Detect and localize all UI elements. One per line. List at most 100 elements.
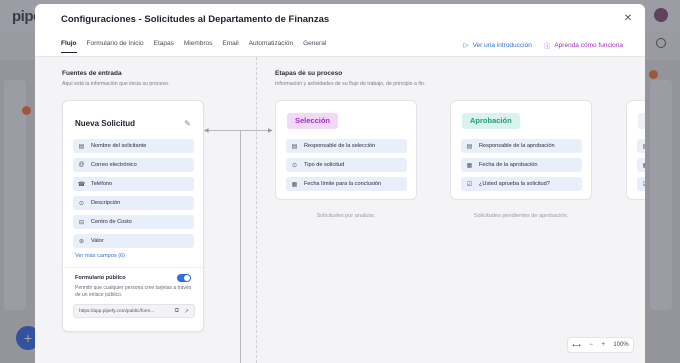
form-divider <box>63 267 205 268</box>
phase-field[interactable]: ▤ Responsable de la selección <box>286 139 407 153</box>
form-field[interactable]: ▤ Nombre del solicitante <box>73 139 194 153</box>
close-icon[interactable]: ✕ <box>623 14 633 24</box>
learn-link-label: Aprenda cómo funciona <box>554 41 623 49</box>
phase-card-next[interactable]: ▤ ▦ ☑ <box>626 100 645 200</box>
phase-field[interactable]: ☑ ¿Usted aprueba la solicitud? <box>461 177 582 191</box>
field-label: Fecha de la aprobación <box>479 162 538 168</box>
field-label: Valor <box>91 238 104 244</box>
phase-field[interactable]: ☑ <box>637 177 645 191</box>
url-actions: ⧉ ↗ <box>175 308 189 315</box>
connector-vertical-line <box>240 130 241 363</box>
connector-line <box>207 130 271 131</box>
field-label: Fecha límite para la conclusión <box>304 181 382 187</box>
phase-field-list: ▤ Responsable de la aprobación ▦ Fecha de … <box>461 139 582 196</box>
help-links: ▷ Ver una introducción ⓘ Aprenda cómo fu… <box>464 40 623 51</box>
field-label: Centro de Costo <box>91 219 132 225</box>
play-icon: ▷ <box>463 42 469 49</box>
phase-name: Selección <box>287 113 339 129</box>
phase-field-list: ▤ Responsable de la selección ⊙ Tipo de so… <box>286 139 407 196</box>
start-form-card[interactable]: Nueva Solicitud ✎ ▤ Nombre del solicitant… <box>62 100 205 332</box>
tab-general[interactable]: General <box>303 40 326 53</box>
copy-icon[interactable]: ⧉ <box>175 308 179 315</box>
public-form-url-text: https://app.pipefy.com/public/form... <box>79 308 155 314</box>
field-label: Tipo de solicitud <box>304 162 345 168</box>
checkbox-icon: ☑ <box>642 181 645 188</box>
more-fields-link[interactable]: Ver más campos (6) <box>75 253 125 259</box>
tab-formulario-inicio[interactable]: Formulario de Inicio <box>87 40 144 53</box>
settings-modal: Configuraciones - Solicitudes al Departa… <box>35 4 645 363</box>
external-link-icon[interactable]: ↗ <box>184 308 189 315</box>
zoom-out-button[interactable]: − <box>589 342 593 348</box>
public-form-url[interactable]: https://app.pipefy.com/public/form... ⧉ … <box>73 304 195 318</box>
question-icon: ⓘ <box>543 43 551 50</box>
form-card-title: Nueva Solicitud <box>75 119 136 128</box>
assignee-icon: ▤ <box>466 143 473 150</box>
field-label: Responsable de la aprobación <box>479 143 555 149</box>
modal-title: Configuraciones - Solicitudes al Departa… <box>61 14 330 25</box>
tab-miembros[interactable]: Miembros <box>184 40 213 53</box>
radio-icon: ⊙ <box>291 162 298 169</box>
zoom-in-button[interactable]: + <box>601 342 605 348</box>
field-label: Responsable de la selección <box>304 143 376 149</box>
form-field[interactable]: ⊙ Descripción <box>73 196 194 210</box>
select-icon: ⊟ <box>78 219 85 226</box>
at-icon: @ <box>78 162 85 168</box>
form-field-list: ▤ Nombre del solicitante @ Correo electrón… <box>73 139 194 253</box>
field-label: ¿Usted aprueba la solicitud? <box>479 181 550 187</box>
zoom-level: 100% <box>613 342 629 348</box>
phase-field[interactable]: ▦ <box>637 158 645 172</box>
phase-field[interactable]: ▤ <box>637 139 645 153</box>
phase-caption: Solicitudes pendientes de aprobación. <box>473 213 569 219</box>
calendar-icon: ▦ <box>642 162 645 169</box>
intro-link-label: Ver una introducción <box>472 41 532 49</box>
zoom-controls: ⟷ − + 100% <box>567 337 634 353</box>
input-sources-pane: Fuentes de entrada Aquí está la informac… <box>35 57 257 363</box>
field-label: Correo electrónico <box>91 162 137 168</box>
public-form-title: Formulario público <box>75 275 126 281</box>
public-form-toggle[interactable] <box>177 274 191 282</box>
process-stages-subtitle: Información y actividades de su flujo de… <box>275 81 426 87</box>
fit-width-icon[interactable]: ⟷ <box>572 342 581 349</box>
checkbox-icon: ☑ <box>466 181 473 188</box>
tab-bar: Flujo Formulario de Inicio Etapas Miembr… <box>61 40 326 53</box>
phone-icon: ☎ <box>77 181 86 188</box>
phase-field[interactable]: ▦ Fecha límite para la conclusión <box>286 177 407 191</box>
public-form-description: Permitir que cualquier persona cree tarj… <box>75 285 192 298</box>
field-label: Descripción <box>91 200 121 206</box>
text-icon: ▤ <box>78 143 85 150</box>
field-label: Teléfono <box>91 181 113 187</box>
tab-flujo[interactable]: Flujo <box>61 40 77 53</box>
form-field[interactable]: ⊛ Valor <box>73 234 194 248</box>
tab-automatizacion[interactable]: Automatización <box>249 40 293 53</box>
arrow-left-icon: ◀ <box>204 128 209 134</box>
phase-card-aprobacion[interactable]: Aprobación ▤ Responsable de la aprobación… <box>450 100 592 200</box>
form-field[interactable]: ☎ Teléfono <box>73 177 194 191</box>
phase-field[interactable]: ⊙ Tipo de solicitud <box>286 158 407 172</box>
learn-link[interactable]: ⓘ Aprenda cómo funciona <box>543 40 623 51</box>
tab-etapas[interactable]: Etapas <box>154 40 174 53</box>
input-sources-subtitle: Aquí está la información que inicia su p… <box>62 81 170 87</box>
calendar-icon: ▦ <box>466 162 473 169</box>
tab-email[interactable]: Email <box>222 40 238 53</box>
phase-field[interactable]: ▤ Responsable de la aprobación <box>461 139 582 153</box>
process-stages-title: Etapas de su proceso <box>275 70 343 77</box>
input-sources-title: Fuentes de entrada <box>62 70 122 77</box>
field-label: Nombre del solicitante <box>91 143 147 149</box>
assignee-icon: ▤ <box>291 143 298 150</box>
form-field[interactable]: ⊟ Centro de Costo <box>73 215 194 229</box>
phase-name: Aprobación <box>462 113 520 129</box>
flow-canvas: Fuentes de entrada Aquí está la informac… <box>35 57 645 363</box>
assignee-icon: ▤ <box>642 143 645 150</box>
attachment-icon: ⊙ <box>78 200 85 207</box>
currency-icon: ⊛ <box>78 238 85 245</box>
phase-name-badge <box>638 113 645 129</box>
phase-caption: Solicitudes por analizar. <box>316 213 376 219</box>
arrow-right-icon: ▶ <box>268 128 273 134</box>
edit-icon[interactable]: ✎ <box>184 119 191 128</box>
form-field[interactable]: @ Correo electrónico <box>73 158 194 172</box>
phase-field-list: ▤ ▦ ☑ <box>637 139 645 196</box>
intro-link[interactable]: ▷ Ver una introducción <box>464 40 532 50</box>
phase-card-seleccion[interactable]: Selección ▤ Responsable de la selección ⊙… <box>275 100 417 200</box>
calendar-icon: ▦ <box>291 181 298 188</box>
phase-field[interactable]: ▦ Fecha de la aprobación <box>461 158 582 172</box>
